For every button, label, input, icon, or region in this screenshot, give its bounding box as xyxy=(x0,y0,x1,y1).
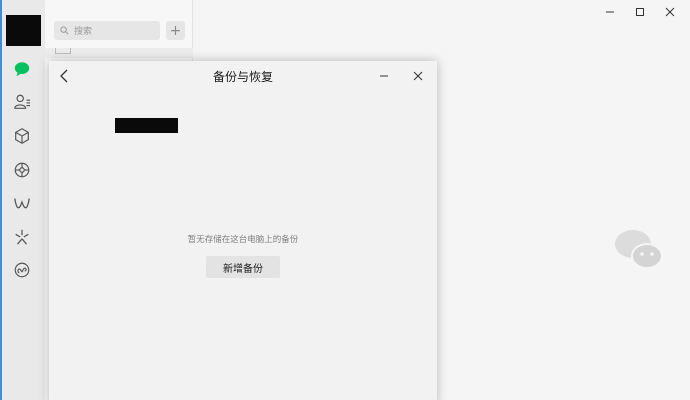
chat-icon[interactable] xyxy=(12,59,32,79)
list-item-icon xyxy=(55,48,71,54)
add-button[interactable]: + xyxy=(166,21,185,40)
empty-backup-message: 暂无存储在这台电脑上的备份 xyxy=(187,235,299,245)
discover-icon[interactable] xyxy=(12,227,32,247)
moments-icon[interactable] xyxy=(12,160,32,180)
search-placeholder: 搜索 xyxy=(74,27,93,37)
contacts-icon[interactable] xyxy=(12,92,32,112)
favorites-icon[interactable] xyxy=(12,126,32,146)
minimize-icon[interactable] xyxy=(601,3,619,21)
wechat-logo-icon xyxy=(615,230,663,269)
new-backup-button[interactable]: 新增备份 xyxy=(206,256,280,278)
avatar[interactable] xyxy=(6,15,41,46)
maximize-icon[interactable] xyxy=(631,3,649,21)
channels-icon[interactable] xyxy=(12,193,32,213)
list-item[interactable] xyxy=(45,48,193,58)
left-nav-bar xyxy=(0,0,45,400)
search-input[interactable]: 搜索 xyxy=(54,21,160,40)
redacted-device-name xyxy=(115,118,178,133)
dialog-close-icon[interactable] xyxy=(411,69,425,83)
mini-programs-icon[interactable] xyxy=(12,260,32,280)
close-icon[interactable] xyxy=(661,3,679,21)
window-edge xyxy=(0,0,2,400)
backup-restore-dialog: 备份与恢复 暂无存储在这台电脑上的备份 新增备份 xyxy=(49,61,437,400)
search-icon xyxy=(60,26,69,35)
dialog-minimize-icon[interactable] xyxy=(377,69,391,83)
